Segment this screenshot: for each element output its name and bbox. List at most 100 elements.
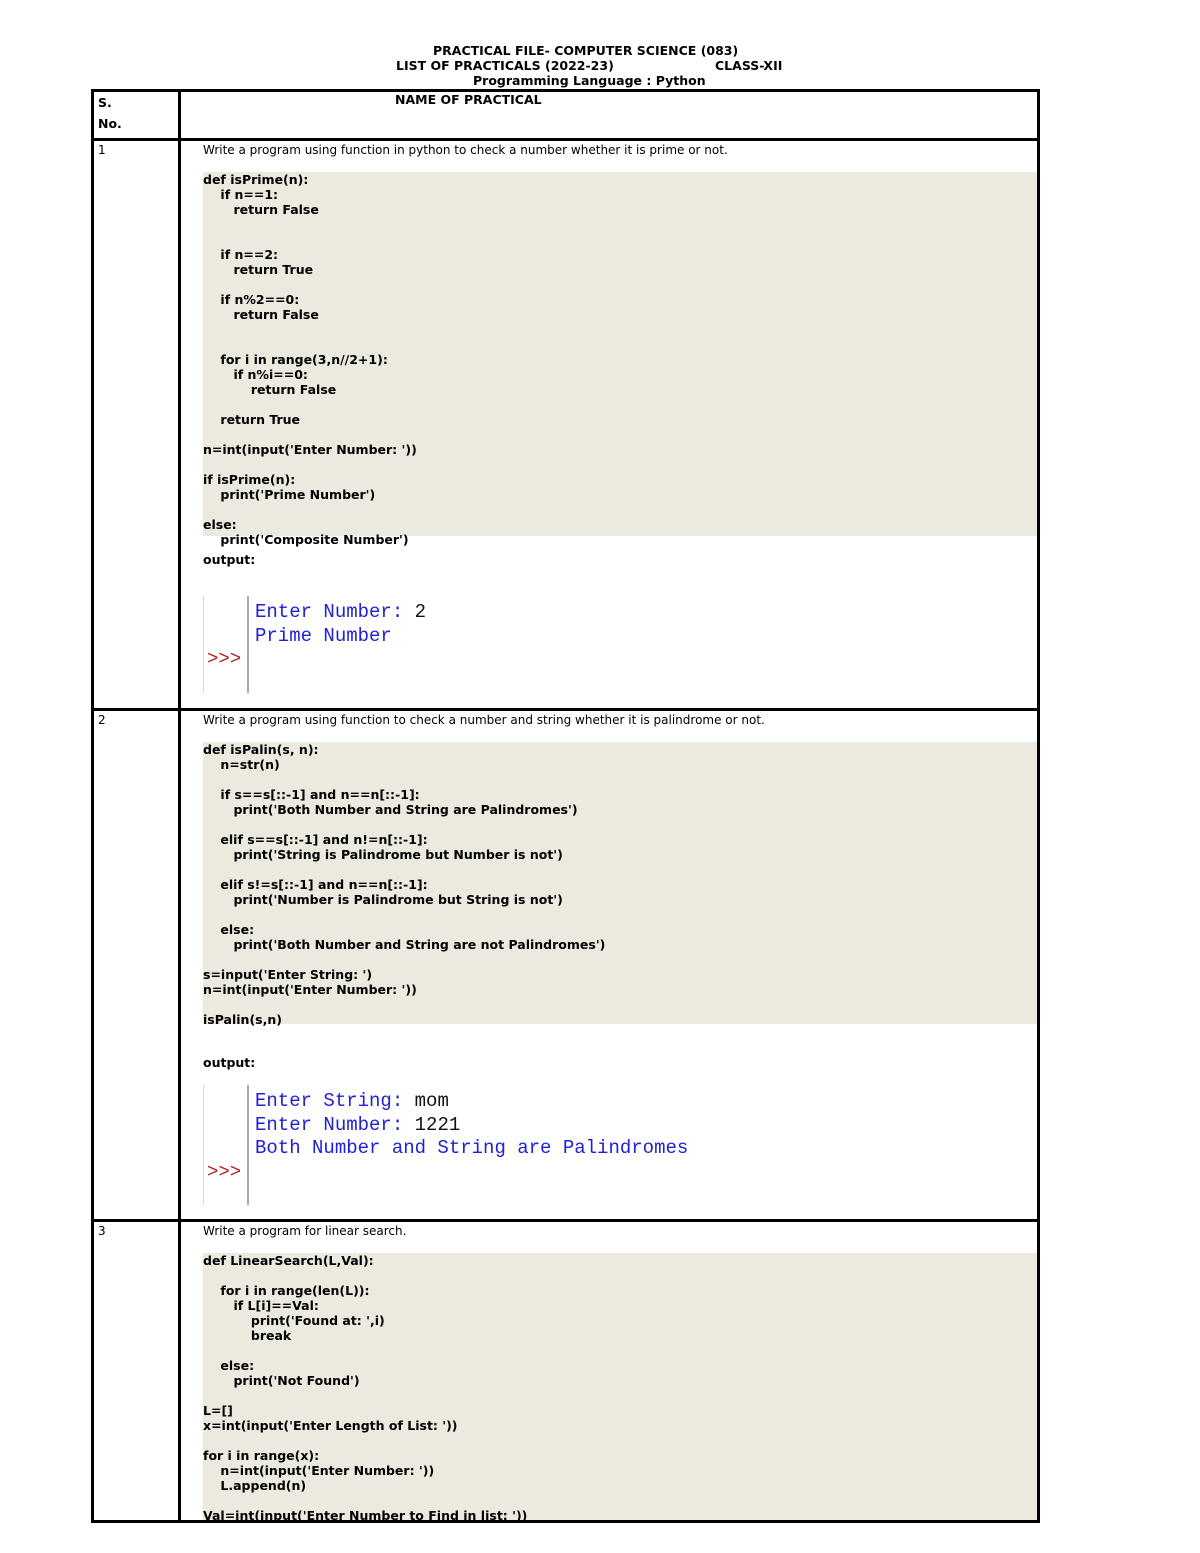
code-line: def isPrime(n):: [203, 172, 309, 187]
row-3-sno: 3: [98, 1224, 106, 1238]
column-divider: [178, 89, 181, 1523]
row-divider-2: [91, 1219, 1040, 1222]
code-line: print('Number is Palindrome but String i…: [203, 892, 563, 907]
code-line: for i in range(3,n//2+1):: [203, 352, 388, 367]
code-line: else:: [203, 922, 255, 937]
shell-output-text: Enter String:: [255, 1090, 415, 1112]
code-line: if L[i]==Val:: [203, 1298, 319, 1313]
shell-left-border: [203, 596, 204, 693]
code-line: break: [203, 1328, 292, 1343]
shell-input-value: mom: [414, 1090, 449, 1112]
shell-prompt-icon: >>>: [207, 1160, 242, 1183]
row-2-code-block: def isPalin(s, n): n=str(n) if s==s[::-1…: [203, 742, 1037, 1027]
row-2-task: Write a program using function to check …: [203, 713, 765, 727]
code-line: if n==1:: [203, 187, 279, 202]
code-line: print('String is Palindrome but Number i…: [203, 847, 563, 862]
row-1-sno: 1: [98, 143, 106, 157]
code-line: else:: [203, 517, 237, 532]
shell-input-value: 2: [414, 601, 427, 623]
code-line: for i in range(len(L)):: [203, 1283, 370, 1298]
shell-output-line: Enter Number: 1221: [255, 1113, 460, 1137]
code-line: if n%i==0:: [203, 367, 308, 382]
code-line: print('Composite Number'): [203, 532, 409, 547]
code-line: def isPalin(s, n):: [203, 742, 319, 757]
code-line: n=int(input('Enter Number: ')): [203, 982, 417, 997]
code-line: L.append(n): [203, 1478, 307, 1493]
code-line: print('Found at: ',i): [203, 1313, 385, 1328]
code-line: n=int(input('Enter Number: ')): [203, 442, 417, 457]
row-3-task: Write a program for linear search.: [203, 1224, 407, 1238]
row-1-task: Write a program using function in python…: [203, 143, 728, 157]
shell-output-line: Both Number and String are Palindromes: [255, 1136, 688, 1160]
code-line: print('Both Number and String are Palind…: [203, 802, 578, 817]
code-line: elif s==s[::-1] and n!=n[::-1]:: [203, 832, 428, 847]
shell-prompt-icon: >>>: [207, 648, 242, 670]
code-line: def LinearSearch(L,Val):: [203, 1253, 374, 1268]
title-text: PRACTICAL FILE- COMPUTER SCIENCE (083): [433, 43, 739, 58]
code-line: if isPrime(n):: [203, 472, 296, 487]
code-line: x=int(input('Enter Length of List: ')): [203, 1418, 458, 1433]
shell-separator: [247, 596, 249, 693]
code-line: L=[]: [203, 1403, 233, 1418]
subtitle-text: LIST OF PRACTICALS (2022-23): [396, 58, 614, 73]
row-2-output-label: output:: [203, 1055, 256, 1070]
sno-header-line-2: No.: [98, 116, 122, 131]
header-row-divider: [91, 138, 1040, 141]
language-text: Programming Language : Python: [473, 73, 706, 88]
sno-header-line-1: S.: [98, 95, 112, 110]
code-line: return True: [203, 262, 314, 277]
shell-input-value: 1221: [414, 1113, 461, 1136]
code-line: return False: [203, 202, 319, 217]
shell-left-border: [203, 1085, 204, 1205]
class-label: CLASS-XII: [715, 58, 783, 73]
code-line: if n%2==0:: [203, 292, 300, 307]
code-line: isPalin(s,n): [203, 1012, 282, 1027]
name-column-header: NAME OF PRACTICAL: [395, 92, 542, 107]
code-line: n=str(n): [203, 757, 280, 772]
code-line: for i in range(x):: [203, 1448, 320, 1463]
row-2-sno: 2: [98, 713, 106, 727]
code-line: n=int(input('Enter Number: ')): [203, 1463, 435, 1478]
code-line: s=input('Enter String: '): [203, 967, 373, 982]
code-line: print('Both Number and String are not Pa…: [203, 937, 606, 952]
code-line: elif s!=s[::-1] and n==n[::-1]:: [203, 877, 428, 892]
shell-output-text: Enter Number:: [255, 1113, 415, 1136]
code-line: if n==2:: [203, 247, 279, 262]
shell-separator: [247, 1085, 249, 1205]
code-line: else:: [203, 1358, 255, 1373]
code-line: print('Not Found'): [203, 1373, 360, 1388]
sno-column-header: S. No.: [98, 92, 122, 134]
row-divider-1: [91, 708, 1040, 711]
shell-output-line: Enter Number: 2: [255, 600, 426, 624]
code-line: print('Prime Number'): [203, 487, 376, 502]
code-line: Val=int(input('Enter Number to Find in l…: [203, 1508, 528, 1523]
shell-output-text: Enter Number:: [255, 601, 415, 623]
row-1-output-label: output:: [203, 552, 256, 567]
code-line: return True: [203, 412, 301, 427]
code-line: return False: [203, 307, 319, 322]
row-1-code-block: def isPrime(n): if n==1: return False if…: [203, 172, 1037, 547]
shell-output-line: Prime Number: [255, 624, 392, 648]
shell-output-line: Enter String: mom: [255, 1089, 449, 1113]
shell-output-text: Both Number and String are Palindromes: [255, 1137, 689, 1159]
code-line: if s==s[::-1] and n==n[::-1]:: [203, 787, 420, 802]
